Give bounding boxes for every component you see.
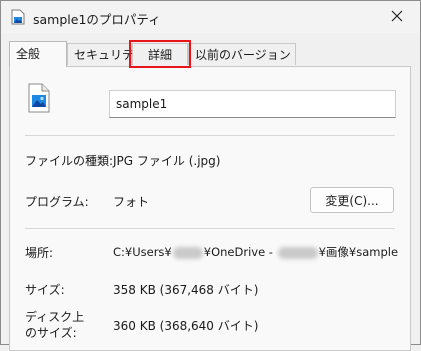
- disk-size-value: 360 KB (368,640 バイト): [113, 319, 259, 333]
- disk-size-label: ディスク上 のサイズ:: [25, 310, 85, 340]
- close-button[interactable]: [374, 1, 420, 33]
- tab-general[interactable]: 全般: [9, 41, 67, 67]
- tab-details[interactable]: 詳細: [129, 40, 191, 68]
- size-value: 358 KB (367,468 バイト): [113, 283, 259, 297]
- photo-file-icon: [11, 9, 25, 25]
- size-label: サイズ:: [25, 283, 65, 297]
- tab-security[interactable]: セキュリティ: [67, 43, 145, 65]
- redacted-username: [172, 246, 203, 259]
- location-value: C:¥Users¥ ¥OneDrive - ¥画像¥sample: [113, 245, 399, 259]
- photo-file-icon: [28, 83, 50, 113]
- divider: [25, 228, 395, 229]
- tab-strip: 全般 セキュリティ 詳細 以前のバージョン: [9, 40, 409, 68]
- properties-dialog: sample1のプロパティ 全般 セキュリティ 詳細 以前のバージョン ファイル…: [0, 0, 421, 351]
- window-title: sample1のプロパティ: [33, 12, 161, 27]
- title-bar: sample1のプロパティ: [1, 1, 420, 33]
- program-value: フォト: [113, 195, 150, 209]
- tab-previous-versions[interactable]: 以前のバージョン: [188, 43, 296, 65]
- location-label: 場所:: [25, 246, 54, 260]
- change-program-button[interactable]: 変更(C)...: [310, 187, 394, 213]
- file-type-value: JPG ファイル (.jpg): [113, 154, 221, 168]
- divider: [25, 135, 395, 136]
- redacted-org: [277, 246, 318, 259]
- program-label: プログラム:: [25, 195, 89, 209]
- file-type-label: ファイルの種類:: [25, 154, 114, 168]
- file-name-input[interactable]: [109, 90, 396, 118]
- close-icon: [391, 10, 403, 25]
